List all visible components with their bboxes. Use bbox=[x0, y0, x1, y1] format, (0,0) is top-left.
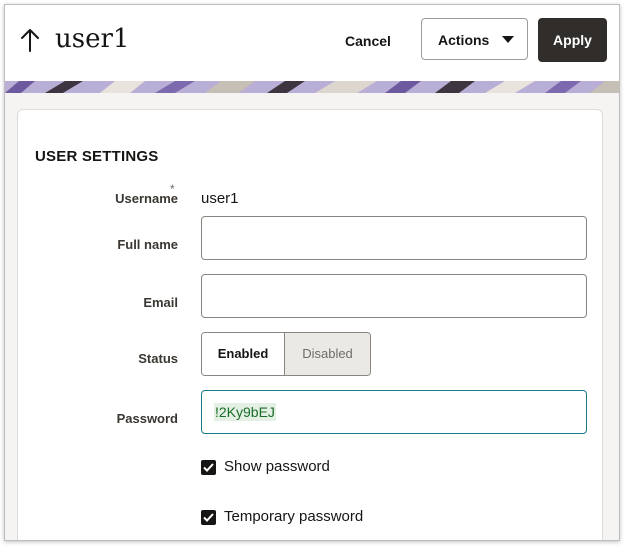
full-name-label: Full name bbox=[117, 237, 178, 252]
temporary-password-label[interactable]: Temporary password bbox=[224, 508, 363, 525]
email-label: Email bbox=[143, 295, 178, 310]
password-value: !2Ky9bEJ bbox=[214, 403, 276, 421]
section-title: USER SETTINGS bbox=[35, 148, 159, 165]
temporary-password-checkbox[interactable] bbox=[201, 510, 216, 525]
checkmark-icon bbox=[203, 513, 214, 522]
caret-down-icon bbox=[502, 36, 514, 43]
page-title: user1 bbox=[55, 24, 130, 54]
up-arrow-icon[interactable] bbox=[19, 25, 41, 55]
actions-menu-button[interactable]: Actions bbox=[421, 18, 528, 60]
status-disabled-option[interactable]: Disabled bbox=[285, 333, 370, 375]
checkmark-icon bbox=[203, 463, 214, 472]
show-password-label[interactable]: Show password bbox=[224, 458, 330, 475]
cancel-button[interactable]: Cancel bbox=[341, 29, 395, 53]
actions-button-label: Actions bbox=[438, 32, 490, 48]
decorative-banner bbox=[5, 81, 619, 93]
status-enabled-option[interactable]: Enabled bbox=[202, 333, 285, 375]
apply-button[interactable]: Apply bbox=[538, 18, 607, 62]
content-area: USER SETTINGS Username * user1 Full name… bbox=[5, 93, 619, 540]
full-name-field[interactable] bbox=[201, 216, 587, 260]
status-label: Status bbox=[138, 351, 178, 366]
user-settings-window: user1 Cancel Actions Apply USER SETTINGS… bbox=[4, 4, 620, 541]
password-field[interactable]: !2Ky9bEJ bbox=[201, 390, 587, 434]
password-label: Password bbox=[116, 411, 178, 426]
email-field[interactable] bbox=[201, 274, 587, 318]
show-password-checkbox[interactable] bbox=[201, 460, 216, 475]
required-indicator: * bbox=[170, 182, 175, 196]
page-header: user1 Cancel Actions Apply bbox=[5, 5, 619, 81]
username-value: user1 bbox=[201, 190, 239, 207]
username-label: Username bbox=[115, 191, 178, 206]
user-settings-card: USER SETTINGS Username * user1 Full name… bbox=[17, 109, 603, 540]
status-toggle: Enabled Disabled bbox=[201, 332, 371, 376]
